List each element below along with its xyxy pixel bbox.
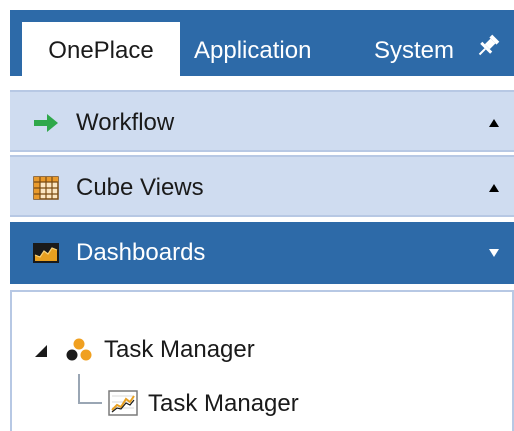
accordion-dashboards[interactable]: Dashboards [10,222,514,284]
tree-node-task-manager-group[interactable]: Task Manager [104,332,255,368]
accordion-workflow-label: Workflow [76,109,175,136]
line-chart-icon [108,390,138,416]
grid-table-icon [33,176,59,200]
dashboards-tree: Task Manager Task Manager [10,290,514,431]
tab-application[interactable]: Application [194,22,311,76]
dashboard-chart-icon [33,243,59,263]
onePlace-panel: OnePlace Application System Workflow Cub… [0,0,514,431]
accordion-cube-views[interactable]: Cube Views [10,155,514,217]
accordion-dashboards-label: Dashboards [76,239,206,266]
tree-connector-vertical [78,374,80,402]
tree-expand-icon[interactable] [34,344,48,358]
arrow-right-icon [34,114,58,132]
chevron-up-icon[interactable] [488,118,500,128]
tree-node-task-manager-dashboard[interactable]: Task Manager [148,386,299,422]
pin-icon[interactable] [474,32,502,60]
tab-oneplace[interactable]: OnePlace [22,22,180,76]
chevron-up-icon[interactable] [488,183,500,193]
accordion-cube-views-label: Cube Views [76,174,204,201]
group-people-icon [66,338,92,361]
chevron-down-icon[interactable] [488,248,500,258]
tab-system[interactable]: System [374,22,454,76]
top-tab-strip: OnePlace Application System [10,10,514,76]
accordion-workflow[interactable]: Workflow [10,90,514,152]
tree-connector-horizontal [78,402,102,404]
